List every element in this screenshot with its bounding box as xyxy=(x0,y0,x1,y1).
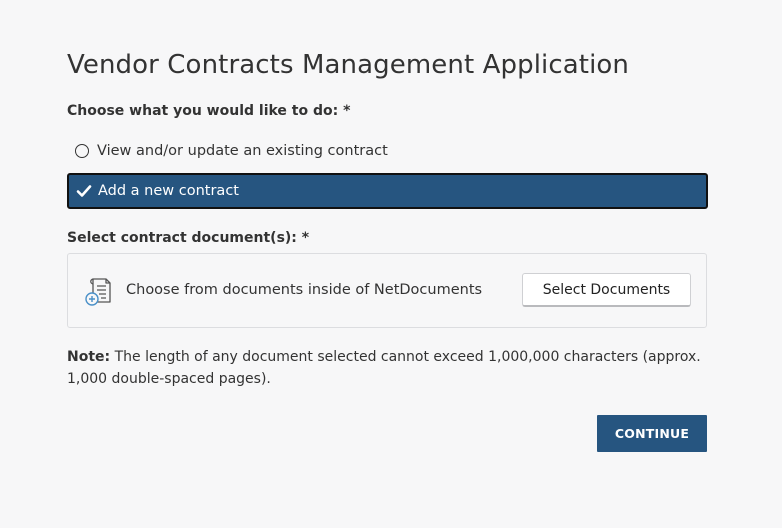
document-source-text: Choose from documents inside of NetDocum… xyxy=(126,282,483,298)
note-label: Note: xyxy=(67,349,111,365)
page: Vendor Contracts Management Application … xyxy=(0,0,782,528)
document-section-label: Select contract document(s): * xyxy=(67,230,310,246)
document-picker-panel: Choose from documents inside of NetDocum… xyxy=(67,253,707,328)
note-text: Note: The length of any document selecte… xyxy=(67,346,707,390)
radio-circle-icon[interactable] xyxy=(75,144,89,158)
option-label: Add a new contract xyxy=(98,183,239,199)
option-label: View and/or update an existing contract xyxy=(97,143,388,159)
document-add-icon xyxy=(82,275,114,307)
checkmark-icon xyxy=(76,183,92,199)
continue-button[interactable]: CONTINUE xyxy=(597,415,707,452)
option-add-new-contract[interactable]: Add a new contract xyxy=(67,173,708,209)
note-body: The length of any document selected cann… xyxy=(67,349,701,387)
select-documents-button[interactable]: Select Documents xyxy=(522,273,691,307)
page-title: Vendor Contracts Management Application xyxy=(67,50,629,80)
action-question-label: Choose what you would like to do: * xyxy=(67,103,351,119)
option-view-update-contract[interactable]: View and/or update an existing contract xyxy=(67,133,708,169)
